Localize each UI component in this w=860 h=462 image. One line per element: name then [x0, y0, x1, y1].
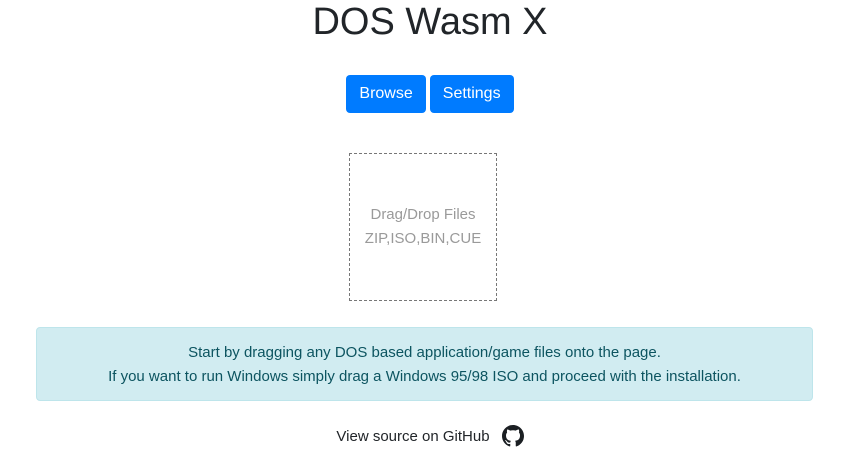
info-line-windows: If you want to run Windows simply drag a…: [108, 368, 741, 385]
page-title: DOS Wasm X: [312, 1, 548, 43]
page: DOS Wasm X Browse Settings Drag/Drop Fil…: [0, 0, 860, 462]
github-link[interactable]: View source on GitHub: [336, 425, 524, 447]
footer: View source on GitHub: [0, 422, 860, 450]
dropzone-title: Drag/Drop Files: [370, 206, 476, 223]
github-link-label: View source on GitHub: [336, 427, 490, 445]
info-alert: Start by dragging any DOS based applicat…: [36, 327, 813, 401]
file-dropzone[interactable]: Drag/Drop Files ZIP,ISO,BIN,CUE: [349, 153, 497, 301]
github-icon: [501, 425, 524, 447]
toolbar: Browse Settings: [0, 75, 860, 113]
dropzone-formats: ZIP,ISO,BIN,CUE: [364, 230, 482, 247]
settings-button[interactable]: Settings: [429, 75, 514, 113]
browse-button[interactable]: Browse: [346, 75, 426, 113]
info-line-dos: Start by dragging any DOS based applicat…: [188, 344, 661, 361]
